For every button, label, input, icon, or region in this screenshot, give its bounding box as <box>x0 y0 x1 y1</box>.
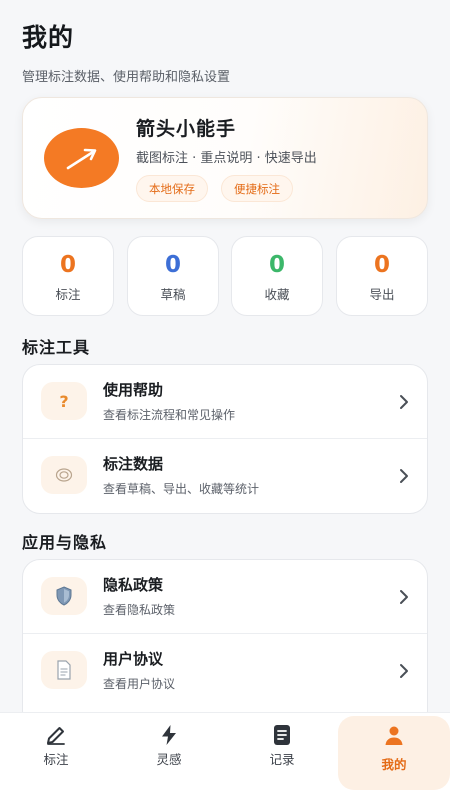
list-item-desc: 查看标注流程和常见操作 <box>103 408 236 422</box>
nav-tab-inspiration[interactable]: 灵感 <box>113 713 225 800</box>
list-item-title: 标注数据 <box>103 455 164 473</box>
nav-label: 我的 <box>381 757 407 772</box>
list-item-user-agreement[interactable]: 用户协议 查看用户协议 <box>23 634 427 708</box>
nav-tab-records[interactable]: 记录 <box>226 713 338 800</box>
stat-label: 草稿 <box>160 287 186 302</box>
list-item-desc: 查看隐私政策 <box>103 603 176 617</box>
stat-label: 标注 <box>55 287 81 302</box>
list-item-desc: 查看草稿、导出、收藏等统计 <box>103 482 260 496</box>
stats-row: 0 标注 0 草稿 0 收藏 0 导出 <box>22 236 428 316</box>
list-icon <box>274 725 290 745</box>
tools-list: ? 使用帮助 查看标注流程和常见操作 标注数据 查看草稿、导出、收藏等统计 <box>22 364 428 514</box>
app-name: 箭头小能手 <box>136 118 237 140</box>
list-item-title: 用户协议 <box>103 650 164 668</box>
tag-easy-annotate: 便捷标注 <box>221 175 293 202</box>
page-title: 我的 <box>22 23 75 52</box>
stat-value: 0 <box>268 252 285 278</box>
chevron-right-icon <box>400 395 408 409</box>
nav-label: 灵感 <box>156 752 182 767</box>
lightning-icon <box>162 725 176 745</box>
person-icon <box>385 726 403 745</box>
chevron-right-icon <box>400 469 408 483</box>
stat-label: 导出 <box>369 287 395 302</box>
section-title-tools: 标注工具 <box>22 338 91 357</box>
list-item-desc: 查看用户协议 <box>103 677 176 691</box>
nav-label: 记录 <box>269 752 295 767</box>
page-header: 我的 管理标注数据、使用帮助和隐私设置 <box>22 18 230 85</box>
privacy-icon-tile <box>41 577 87 615</box>
tag-local-save: 本地保存 <box>136 175 208 202</box>
shield-icon <box>56 586 72 606</box>
nav-tab-annotate[interactable]: 标注 <box>0 713 112 800</box>
privacy-list: 隐私政策 查看隐私政策 用户协议 查看用户协议 <box>22 559 428 729</box>
chevron-right-icon <box>400 590 408 604</box>
pen-icon <box>47 727 65 745</box>
stat-value: 0 <box>59 252 76 278</box>
app-logo <box>44 128 119 188</box>
bottom-nav: 标注 灵感 记录 我的 <box>0 712 450 800</box>
list-item-annotation-data[interactable]: 标注数据 查看草稿、导出、收藏等统计 <box>23 439 427 513</box>
nav-tab-mine[interactable]: 我的 <box>338 716 450 790</box>
chevron-right-icon <box>400 664 408 678</box>
help-icon-tile: ? <box>41 382 87 420</box>
stat-exports[interactable]: 0 导出 <box>336 236 428 316</box>
page-subtitle: 管理标注数据、使用帮助和隐私设置 <box>22 70 231 85</box>
list-item-title: 使用帮助 <box>103 381 164 399</box>
stat-value: 0 <box>373 252 390 278</box>
app-profile-card: 箭头小能手 截图标注 · 重点说明 · 快速导出 本地保存 便捷标注 <box>22 97 428 219</box>
stat-favorites[interactable]: 0 收藏 <box>231 236 323 316</box>
data-icon-tile <box>41 456 87 494</box>
list-item-help[interactable]: ? 使用帮助 查看标注流程和常见操作 <box>23 365 427 439</box>
arrow-up-right-icon <box>66 148 97 170</box>
stat-annotations[interactable]: 0 标注 <box>22 236 114 316</box>
section-title-privacy: 应用与隐私 <box>22 533 108 552</box>
stat-label: 收藏 <box>264 287 290 302</box>
list-item-title: 隐私政策 <box>103 576 164 594</box>
stat-drafts[interactable]: 0 草稿 <box>127 236 219 316</box>
app-tagline: 截图标注 · 重点说明 · 快速导出 <box>136 151 317 166</box>
stat-value: 0 <box>164 252 181 278</box>
target-icon <box>55 468 73 482</box>
question-icon: ? <box>59 391 69 411</box>
document-icon <box>57 660 71 680</box>
agreement-icon-tile <box>41 651 87 689</box>
profile-page: 我的 管理标注数据、使用帮助和隐私设置 箭头小能手 截图标注 · 重点说明 · … <box>0 0 450 800</box>
nav-label: 标注 <box>43 752 69 767</box>
list-item-privacy-policy[interactable]: 隐私政策 查看隐私政策 <box>23 560 427 634</box>
